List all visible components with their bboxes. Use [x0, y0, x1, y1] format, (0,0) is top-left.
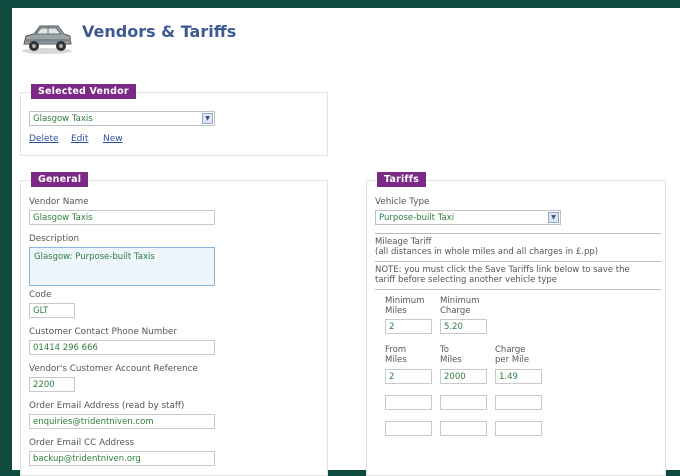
- account-ref-label: Vendor's Customer Account Reference: [29, 364, 198, 374]
- description-label: Description: [29, 234, 80, 244]
- tariff-from-input[interactable]: [385, 421, 432, 436]
- code-label: Code: [29, 290, 52, 300]
- delete-link[interactable]: Delete: [29, 134, 59, 144]
- tariff-from-input[interactable]: 2: [385, 369, 432, 384]
- page-header: Vendors & Tariffs: [20, 14, 420, 58]
- vendor-name-label: Vendor Name: [29, 197, 89, 207]
- account-ref-input[interactable]: 2200: [29, 377, 75, 392]
- vehicle-type-value: Purpose-built Taxi: [379, 213, 455, 223]
- min-charge-label: Minimum Charge: [440, 296, 479, 316]
- to-label-line-1: To: [440, 345, 449, 355]
- vendor-select[interactable]: Glasgow Taxis ▼: [29, 111, 215, 126]
- page: Vendors & Tariffs Selected Vendor Glasgo…: [12, 8, 680, 476]
- min-charge-label-line-2: Charge: [440, 306, 471, 316]
- tariff-charge-input[interactable]: 1.49: [495, 369, 542, 384]
- chevron-down-icon[interactable]: ▼: [548, 212, 559, 223]
- to-miles-label: To Miles: [440, 345, 462, 365]
- from-miles-label: From Miles: [385, 345, 407, 365]
- divider: [375, 233, 661, 234]
- general-panel: General Vendor Name Glasgow Taxis Descri…: [20, 172, 328, 476]
- min-miles-label-line-1: Minimum: [385, 296, 425, 306]
- charge-label-line-2: per Mile: [495, 355, 530, 365]
- vehicle-type-select[interactable]: Purpose-built Taxi ▼: [375, 210, 561, 225]
- description-textarea[interactable]: Glasgow: Purpose-built Taxis: [29, 247, 215, 286]
- tariff-to-input[interactable]: [440, 421, 487, 436]
- to-label-line-2: Miles: [440, 355, 462, 365]
- tariff-to-input[interactable]: 2000: [440, 369, 487, 384]
- chevron-down-icon[interactable]: ▼: [202, 113, 213, 124]
- mileage-note: (all distances in whole miles and all ch…: [375, 247, 599, 257]
- tariff-to-input[interactable]: [440, 395, 487, 410]
- car-icon: [22, 25, 72, 54]
- selected-vendor-panel: Selected Vendor Glasgow Taxis ▼ Delete E…: [20, 84, 328, 156]
- vehicle-type-label: Vehicle Type: [375, 197, 430, 207]
- cc-email-input[interactable]: backup@tridentniven.org: [29, 451, 215, 466]
- min-charge-input[interactable]: 5.20: [440, 319, 487, 334]
- vendor-name-input[interactable]: Glasgow Taxis: [29, 210, 215, 225]
- divider: [375, 289, 661, 290]
- charge-label-line-1: Charge: [495, 345, 526, 355]
- order-email-input[interactable]: enquiries@tridentniven.com: [29, 414, 215, 429]
- tariff-charge-input[interactable]: [495, 421, 542, 436]
- from-label-line-2: Miles: [385, 355, 407, 365]
- note-line-2: tariff before selecting another vehicle …: [375, 275, 558, 285]
- order-email-label: Order Email Address (read by staff): [29, 401, 185, 411]
- note-line-1: NOTE: you must click the Save Tariffs li…: [375, 265, 630, 275]
- mileage-title: Mileage Tariff: [375, 237, 432, 247]
- edit-link[interactable]: Edit: [71, 134, 88, 144]
- divider: [375, 261, 661, 262]
- min-miles-input[interactable]: 2: [385, 319, 432, 334]
- tariff-from-input[interactable]: [385, 395, 432, 410]
- code-input[interactable]: GLT: [29, 303, 75, 318]
- tariffs-tag: Tariffs: [377, 172, 426, 187]
- min-miles-label-line-2: Miles: [385, 306, 407, 316]
- from-label-line-1: From: [385, 345, 407, 355]
- page-title: Vendors & Tariffs: [82, 22, 237, 41]
- cc-email-label: Order Email CC Address: [29, 438, 135, 448]
- general-tag: General: [31, 172, 89, 187]
- vendor-select-value: Glasgow Taxis: [33, 114, 93, 124]
- selected-vendor-tag: Selected Vendor: [31, 84, 136, 99]
- tariff-charge-input[interactable]: [495, 395, 542, 410]
- phone-label: Customer Contact Phone Number: [29, 327, 177, 337]
- phone-input[interactable]: 01414 296 666: [29, 340, 215, 355]
- charge-per-mile-label: Charge per Mile: [495, 345, 529, 365]
- new-link[interactable]: New: [103, 134, 123, 144]
- min-miles-label: Minimum Miles: [385, 296, 424, 316]
- tariffs-panel: Tariffs Vehicle Type Purpose-built Taxi …: [366, 172, 666, 476]
- min-charge-label-line-1: Minimum: [440, 296, 480, 306]
